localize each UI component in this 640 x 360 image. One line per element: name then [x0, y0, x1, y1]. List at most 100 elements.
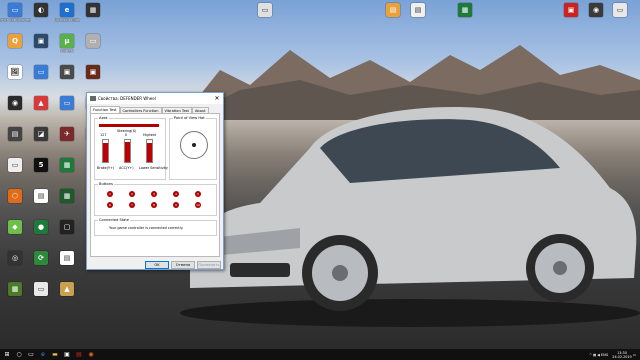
app-icon: ◉ [589, 3, 603, 17]
app-icon: ▲ [60, 282, 74, 296]
ok-button[interactable]: OK [145, 261, 169, 269]
app-icon: µ [60, 34, 74, 48]
app-icon: ✈ [60, 127, 74, 141]
app-icon: ▭ [34, 65, 48, 79]
app-icon[interactable]: ▤ [74, 350, 84, 359]
app-icon: 5 [34, 158, 48, 172]
button-indicator: 5 [195, 191, 201, 197]
language-indicator[interactable]: ENG [601, 353, 608, 357]
button-indicator: 10 [195, 202, 201, 208]
app-icon: ▦ [86, 3, 100, 17]
app-icon: ▤ [60, 251, 74, 265]
button-indicator: 8 [151, 202, 157, 208]
windows-icon[interactable]: ⊞ [2, 350, 12, 359]
desktop-icon[interactable]: ▤ [401, 3, 435, 18]
pov-center-dot [192, 143, 196, 147]
brake-bar-fill [103, 143, 108, 162]
axis-value-0: 0 [125, 133, 128, 137]
explorer-icon[interactable]: ▬ [50, 350, 60, 359]
notifications-icon[interactable]: ▭ [633, 353, 636, 357]
buttons-label: Buttons [98, 182, 114, 186]
apply-button[interactable]: Применить [197, 261, 221, 269]
acc-bar [124, 139, 131, 163]
app-icon: ● [34, 220, 48, 234]
app-icon: ▦ [8, 282, 22, 296]
function-test-panel: Axes Steering(X) Highest 127 0 Brake(Y+)… [90, 113, 220, 257]
app-icon: 🖼 [8, 65, 22, 79]
buttons-group: Buttons 1 2 3 4 5 6 7 8 9 10 [94, 182, 217, 216]
pov-label: Point of View Hat [173, 116, 206, 120]
system-tray: ^ ▦ ◀ ENG 13:30 24.02.2019 ▭ [589, 349, 636, 360]
app-icon: ▣ [34, 34, 48, 48]
task-view-icon[interactable]: ▭ [26, 350, 36, 359]
pov-hat-indicator [180, 131, 208, 159]
tab-function-test[interactable]: Function Test [90, 106, 120, 113]
desktop-icon[interactable]: ▦ [76, 3, 110, 18]
app-icon: ▦ [60, 158, 74, 172]
app-icon: ◪ [34, 127, 48, 141]
app-icon: ▭ [8, 158, 22, 172]
chevron-up-icon[interactable]: ^ [589, 353, 592, 357]
desktop-icon[interactable]: ▦ [448, 3, 482, 18]
desktop-icon[interactable]: ▦ [50, 189, 84, 204]
app-icon: ▢ [60, 220, 74, 234]
cancel-button[interactable]: Отмена [171, 261, 195, 269]
button-indicator: 3 [151, 191, 157, 197]
app-icon: ▭ [613, 3, 627, 17]
app-icon: ◎ [8, 251, 22, 265]
app-icon: ◐ [34, 3, 48, 17]
app-icon: ◉ [8, 96, 22, 110]
dialog-title: Свойства: DEFENDER Wheel [98, 96, 156, 101]
controller-icon [90, 96, 96, 101]
desktop: ▭ Этот компьютер Q 🖼 ◉ ▤ ▭ ⬡ ◆ ◎ ▦ ◐ ▣ ▭ ▲ ◪ 5 ▤ ● ⟳ ▭ e Micro… [0, 0, 640, 349]
app-icon: ▤ [411, 3, 425, 17]
edge-icon[interactable]: e [38, 350, 48, 359]
app-icon: ▣ [60, 65, 74, 79]
desktop-icon[interactable]: ▭ [248, 3, 282, 18]
clock[interactable]: 13:30 24.02.2019 [612, 351, 631, 359]
close-icon[interactable]: ✕ [211, 95, 223, 102]
network-icon[interactable]: ▦ [593, 353, 596, 357]
desktop-icon[interactable]: ▲ [50, 282, 84, 297]
desktop-icon[interactable]: ▣ [76, 65, 110, 80]
dialog-titlebar[interactable]: Свойства: DEFENDER Wheel ✕ [87, 93, 223, 104]
acc-bar-fill [125, 142, 130, 162]
button-indicator: 7 [129, 202, 135, 208]
desktop-icon[interactable]: ▭ [76, 34, 110, 49]
desktop-icon-label: uTorrent [59, 49, 75, 53]
button-indicator: 6 [107, 202, 113, 208]
app-icon: ▭ [34, 282, 48, 296]
clock-date: 24.02.2019 [612, 354, 632, 359]
connected-state-group: Connected State Your game controller is … [94, 218, 217, 236]
volume-icon[interactable]: ◀ [597, 353, 600, 357]
controller-properties-dialog: Свойства: DEFENDER Wheel ✕ Function Test… [86, 92, 224, 270]
taskbar: ⊞ ○ ▭ e ▬ ▣ ▤ ◉ ^ ▦ ◀ ENG 13:30 24.02.20… [0, 349, 640, 360]
axes-group: Axes Steering(X) Highest 127 0 Brake(Y+)… [94, 116, 168, 180]
brake-label: Brake(Y+) [97, 166, 115, 170]
app-icon: Q [8, 34, 22, 48]
app-icon: ▭ [60, 96, 74, 110]
app-icon: ▤ [8, 127, 22, 141]
app-icon: ⟳ [34, 251, 48, 265]
app-icon: ▣ [86, 65, 100, 79]
desktop-icon[interactable]: ▦ [50, 158, 84, 173]
app-icon: ▲ [34, 96, 48, 110]
desktop-icon[interactable]: ▭ [603, 3, 637, 18]
desktop-icon-label: Этот компьютер [0, 18, 31, 22]
app-icon: e [60, 3, 74, 17]
app-icon: ▤ [34, 189, 48, 203]
highest-label: Highest [143, 133, 156, 137]
state-text: Your game controller is connected correc… [109, 226, 184, 230]
app-icon: ▦ [458, 3, 472, 17]
app-icon[interactable]: ◉ [86, 350, 96, 359]
desktop-icon[interactable]: ▤ [50, 251, 84, 266]
app-icon: ⬡ [8, 189, 22, 203]
app-icon: ▣ [564, 3, 578, 17]
state-label: Connected State [98, 218, 131, 222]
lower-sensitivity-label: Lower Sensitivity [139, 166, 168, 170]
app-icon: ▤ [386, 3, 400, 17]
store-icon[interactable]: ▣ [62, 350, 72, 359]
search-icon[interactable]: ○ [14, 350, 24, 359]
button-indicator: 1 [107, 191, 113, 197]
desktop-icon[interactable]: ▢ [50, 220, 84, 235]
